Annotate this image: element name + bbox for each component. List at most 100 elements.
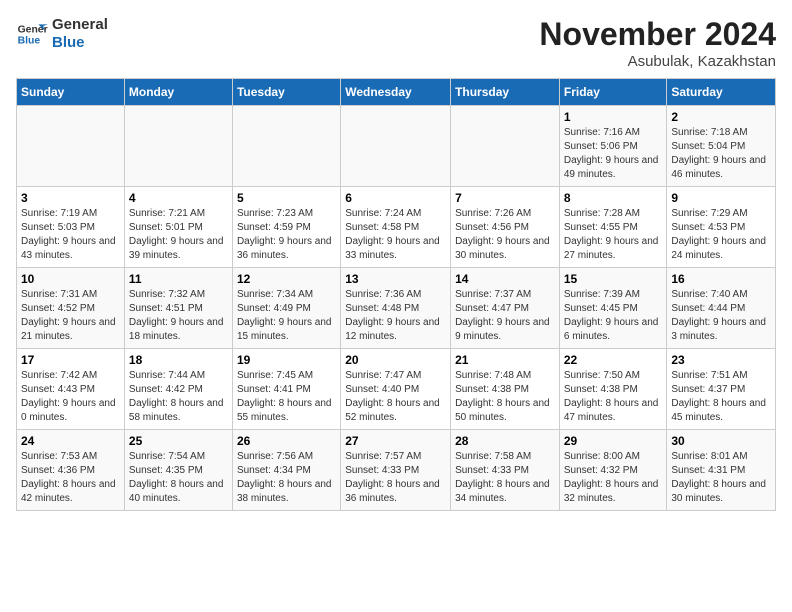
calendar-day-cell: 22 Sunrise: 7:50 AM Sunset: 4:38 PM Dayli…: [559, 349, 667, 430]
logo: General Blue General Blue: [16, 16, 108, 52]
title-block: November 2024 Asubulak, Kazakhstan: [539, 16, 776, 70]
weekday-header: Saturday: [667, 79, 776, 106]
location-subtitle: Asubulak, Kazakhstan: [539, 53, 776, 70]
day-number: 16: [671, 272, 771, 286]
calendar-day-cell: 8 Sunrise: 7:28 AM Sunset: 4:55 PM Daylig…: [559, 187, 667, 268]
svg-text:Blue: Blue: [18, 36, 41, 47]
day-number: 8: [564, 191, 663, 205]
calendar-day-cell: 26Sunrise: 7:56 AM Sunset: 4:34 PM Dayli…: [232, 430, 340, 511]
svg-text:General: General: [18, 24, 48, 35]
day-number: 27: [345, 434, 446, 448]
day-number: 2: [671, 110, 771, 124]
day-number: 20: [345, 353, 446, 367]
calendar-day-cell: 30 Sunrise: 8:01 AM Sunset: 4:31 PM Dayli…: [667, 430, 776, 511]
calendar-day-cell: [341, 106, 451, 187]
calendar-day-cell: 10 Sunrise: 7:31 AM Sunset: 4:52 PM Dayli…: [17, 268, 125, 349]
day-info: Sunrise: 7:16 AM Sunset: 5:06 PM Dayligh…: [564, 126, 663, 182]
day-info: Sunrise: 7:47 AM Sunset: 4:40 PM Dayligh…: [345, 369, 446, 425]
calendar-day-cell: 15Sunrise: 7:39 AM Sunset: 4:45 PM Dayli…: [559, 268, 667, 349]
day-number: 9: [671, 191, 771, 205]
day-info: Sunrise: 7:21 AM Sunset: 5:01 PM Dayligh…: [129, 207, 228, 263]
calendar-day-cell: 21Sunrise: 7:48 AM Sunset: 4:38 PM Dayli…: [451, 349, 560, 430]
day-number: 24: [21, 434, 120, 448]
day-number: 6: [345, 191, 446, 205]
day-number: 3: [21, 191, 120, 205]
calendar-day-cell: [451, 106, 560, 187]
calendar-day-cell: 20 Sunrise: 7:47 AM Sunset: 4:40 PM Dayli…: [341, 349, 451, 430]
day-info: Sunrise: 7:48 AM Sunset: 4:38 PM Dayligh…: [455, 369, 555, 425]
day-number: 1: [564, 110, 663, 124]
day-info: Sunrise: 7:24 AM Sunset: 4:58 PM Dayligh…: [345, 207, 446, 263]
day-info: Sunrise: 7:42 AM Sunset: 4:43 PM Dayligh…: [21, 369, 120, 425]
day-info: Sunrise: 7:29 AM Sunset: 4:53 PM Dayligh…: [671, 207, 771, 263]
day-info: Sunrise: 7:18 AM Sunset: 5:04 PM Dayligh…: [671, 126, 771, 182]
day-info: Sunrise: 7:28 AM Sunset: 4:55 PM Dayligh…: [564, 207, 663, 263]
day-info: Sunrise: 7:19 AM Sunset: 5:03 PM Dayligh…: [21, 207, 120, 263]
calendar-day-cell: 4Sunrise: 7:21 AM Sunset: 5:01 PM Daylig…: [124, 187, 232, 268]
calendar-week-row: 24 Sunrise: 7:53 AM Sunset: 4:36 PM Dayli…: [17, 430, 776, 511]
day-info: Sunrise: 7:51 AM Sunset: 4:37 PM Dayligh…: [671, 369, 771, 425]
day-number: 11: [129, 272, 228, 286]
calendar-header: SundayMondayTuesdayWednesdayThursdayFrid…: [17, 79, 776, 106]
calendar-day-cell: 29 Sunrise: 8:00 AM Sunset: 4:32 PM Dayli…: [559, 430, 667, 511]
day-info: Sunrise: 7:37 AM Sunset: 4:47 PM Dayligh…: [455, 288, 555, 344]
calendar-day-cell: [17, 106, 125, 187]
day-info: Sunrise: 7:58 AM Sunset: 4:33 PM Dayligh…: [455, 450, 555, 506]
calendar-day-cell: 5 Sunrise: 7:23 AM Sunset: 4:59 PM Daylig…: [232, 187, 340, 268]
weekday-header: Sunday: [17, 79, 125, 106]
day-info: Sunrise: 7:53 AM Sunset: 4:36 PM Dayligh…: [21, 450, 120, 506]
calendar-day-cell: 11 Sunrise: 7:32 AM Sunset: 4:51 PM Dayli…: [124, 268, 232, 349]
calendar-table: SundayMondayTuesdayWednesdayThursdayFrid…: [16, 78, 776, 511]
weekday-header: Monday: [124, 79, 232, 106]
day-number: 7: [455, 191, 555, 205]
day-info: Sunrise: 7:45 AM Sunset: 4:41 PM Dayligh…: [237, 369, 336, 425]
calendar-day-cell: 7 Sunrise: 7:26 AM Sunset: 4:56 PM Daylig…: [451, 187, 560, 268]
calendar-day-cell: 17 Sunrise: 7:42 AM Sunset: 4:43 PM Dayli…: [17, 349, 125, 430]
logo-line2: Blue: [52, 34, 108, 52]
calendar-day-cell: 23 Sunrise: 7:51 AM Sunset: 4:37 PM Dayli…: [667, 349, 776, 430]
day-number: 17: [21, 353, 120, 367]
calendar-body: 1 Sunrise: 7:16 AM Sunset: 5:06 PM Daylig…: [17, 106, 776, 511]
weekday-header: Friday: [559, 79, 667, 106]
weekday-header: Thursday: [451, 79, 560, 106]
calendar-day-cell: 16Sunrise: 7:40 AM Sunset: 4:44 PM Dayli…: [667, 268, 776, 349]
day-number: 23: [671, 353, 771, 367]
calendar-day-cell: 14Sunrise: 7:37 AM Sunset: 4:47 PM Dayli…: [451, 268, 560, 349]
day-info: Sunrise: 7:57 AM Sunset: 4:33 PM Dayligh…: [345, 450, 446, 506]
month-title: November 2024: [539, 16, 776, 53]
day-number: 22: [564, 353, 663, 367]
calendar-day-cell: [124, 106, 232, 187]
day-info: Sunrise: 8:01 AM Sunset: 4:31 PM Dayligh…: [671, 450, 771, 506]
day-info: Sunrise: 7:23 AM Sunset: 4:59 PM Dayligh…: [237, 207, 336, 263]
day-info: Sunrise: 7:36 AM Sunset: 4:48 PM Dayligh…: [345, 288, 446, 344]
day-info: Sunrise: 7:50 AM Sunset: 4:38 PM Dayligh…: [564, 369, 663, 425]
day-info: Sunrise: 7:34 AM Sunset: 4:49 PM Dayligh…: [237, 288, 336, 344]
day-info: Sunrise: 7:32 AM Sunset: 4:51 PM Dayligh…: [129, 288, 228, 344]
day-info: Sunrise: 8:00 AM Sunset: 4:32 PM Dayligh…: [564, 450, 663, 506]
calendar-week-row: 3 Sunrise: 7:19 AM Sunset: 5:03 PM Daylig…: [17, 187, 776, 268]
day-number: 19: [237, 353, 336, 367]
day-number: 30: [671, 434, 771, 448]
calendar-day-cell: 19 Sunrise: 7:45 AM Sunset: 4:41 PM Dayli…: [232, 349, 340, 430]
day-info: Sunrise: 7:54 AM Sunset: 4:35 PM Dayligh…: [129, 450, 228, 506]
calendar-day-cell: 18Sunrise: 7:44 AM Sunset: 4:42 PM Dayli…: [124, 349, 232, 430]
logo-line1: General: [52, 16, 108, 34]
day-info: Sunrise: 7:31 AM Sunset: 4:52 PM Dayligh…: [21, 288, 120, 344]
day-number: 5: [237, 191, 336, 205]
day-number: 10: [21, 272, 120, 286]
day-number: 12: [237, 272, 336, 286]
calendar-day-cell: 25Sunrise: 7:54 AM Sunset: 4:35 PM Dayli…: [124, 430, 232, 511]
calendar-day-cell: [232, 106, 340, 187]
calendar-week-row: 10 Sunrise: 7:31 AM Sunset: 4:52 PM Dayli…: [17, 268, 776, 349]
calendar-day-cell: 6 Sunrise: 7:24 AM Sunset: 4:58 PM Daylig…: [341, 187, 451, 268]
calendar-day-cell: 27 Sunrise: 7:57 AM Sunset: 4:33 PM Dayli…: [341, 430, 451, 511]
day-info: Sunrise: 7:26 AM Sunset: 4:56 PM Dayligh…: [455, 207, 555, 263]
logo-icon: General Blue: [16, 18, 48, 50]
day-number: 26: [237, 434, 336, 448]
calendar-day-cell: 13Sunrise: 7:36 AM Sunset: 4:48 PM Dayli…: [341, 268, 451, 349]
calendar-day-cell: 9 Sunrise: 7:29 AM Sunset: 4:53 PM Daylig…: [667, 187, 776, 268]
day-number: 15: [564, 272, 663, 286]
day-number: 28: [455, 434, 555, 448]
day-number: 29: [564, 434, 663, 448]
day-info: Sunrise: 7:44 AM Sunset: 4:42 PM Dayligh…: [129, 369, 228, 425]
